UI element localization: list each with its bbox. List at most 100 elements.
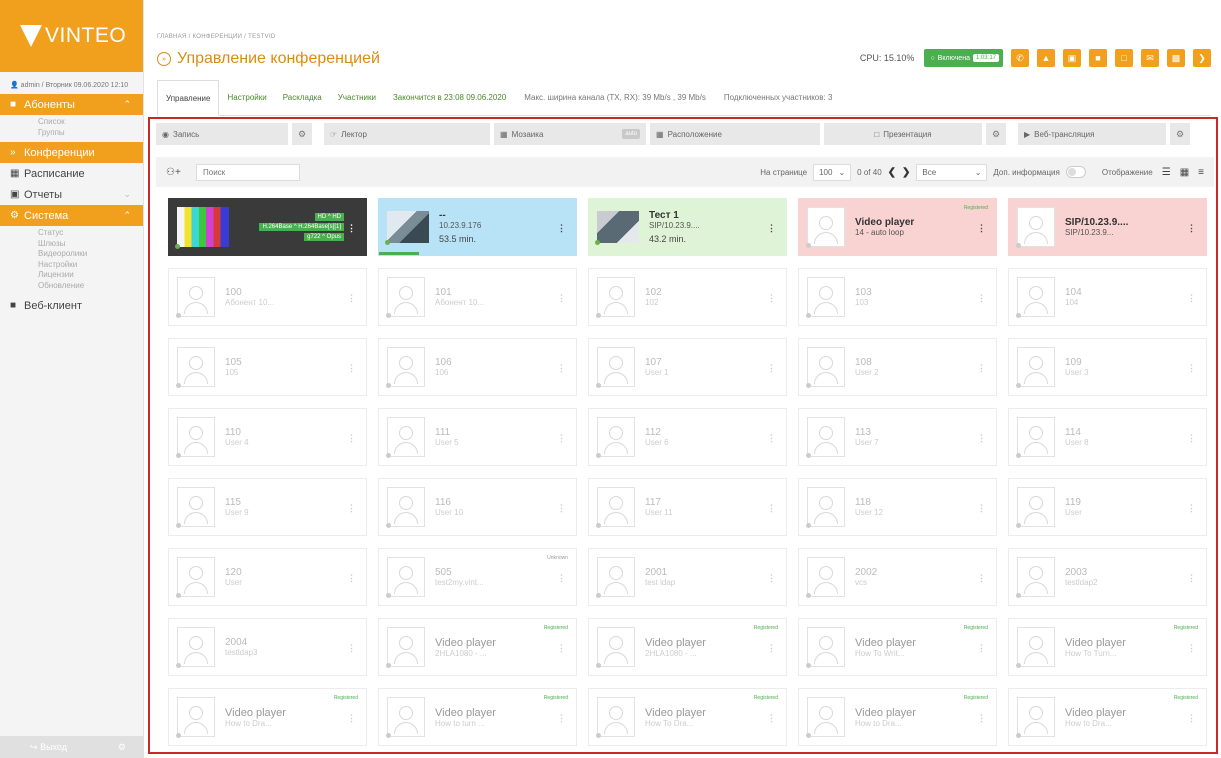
more-options-icon[interactable]: ⋮ [767, 713, 776, 724]
end-time-info[interactable]: Закончится в 23:08 09.06.2020 [384, 93, 515, 102]
participant-card[interactable]: 109 User 3 ⋮ [1008, 338, 1207, 396]
nav-schedule[interactable]: ▦ Расписание [0, 163, 143, 184]
nav-gateways[interactable]: Шлюзы [0, 239, 143, 250]
more-options-icon[interactable]: ⋮ [977, 293, 986, 304]
participant-card[interactable]: 108 User 2 ⋮ [798, 338, 997, 396]
lecturer-button[interactable]: ☞ Лектор [324, 123, 490, 145]
tab-layout[interactable]: Раскладка [275, 80, 330, 116]
video-preview[interactable] [595, 211, 639, 245]
more-options-icon[interactable]: ⋮ [1187, 363, 1196, 374]
participant-card[interactable]: 101 Абонент 10... ⋮ [378, 268, 577, 326]
participant-card[interactable]: 115 User 9 ⋮ [168, 478, 367, 536]
participant-card[interactable]: 107 User 1 ⋮ [588, 338, 787, 396]
participant-card[interactable]: 2002 vcs ⋮ [798, 548, 997, 606]
conference-status-button[interactable]: ○ Включена 1:03:17 [924, 49, 1003, 67]
more-options-icon[interactable]: ⋮ [1187, 293, 1196, 304]
more-options-icon[interactable]: ⋮ [767, 643, 776, 654]
filter-select[interactable]: Все ⌄ [916, 163, 988, 181]
nav-reports[interactable]: ▣ Отчеты ⌄ [0, 184, 143, 205]
video-icon[interactable]: ■ [1089, 49, 1107, 67]
more-options-icon[interactable]: ⋮ [557, 503, 566, 514]
tab-participants[interactable]: Участники [330, 80, 384, 116]
participant-card[interactable]: 114 User 8 ⋮ [1008, 408, 1207, 466]
mosaic-button[interactable]: ▦ Мозаика auto [494, 123, 646, 145]
more-options-icon[interactable]: ⋮ [767, 223, 776, 234]
participant-card[interactable]: 118 User 12 ⋮ [798, 478, 997, 536]
participant-card[interactable]: 2001 test ldap ⋮ [588, 548, 787, 606]
tab-control[interactable]: Управление [157, 80, 220, 116]
more-options-icon[interactable]: ⋮ [977, 223, 986, 234]
participant-card[interactable]: Video player 14 - auto loop Registered ⋮ [798, 198, 997, 256]
participant-card[interactable]: Video player How to Dra... Registered ⋮ [168, 688, 367, 746]
tab-settings[interactable]: Настройки [219, 80, 274, 116]
more-options-icon[interactable]: ⋮ [767, 503, 776, 514]
more-options-icon[interactable]: ⋮ [977, 363, 986, 374]
grid-view-icon[interactable]: ▦ [1180, 167, 1189, 178]
more-options-icon[interactable]: ⋮ [347, 503, 356, 514]
participant-card[interactable]: Video player How To Dra... Registered ⋮ [588, 688, 787, 746]
participant-card[interactable]: 2003 testldap2 ⋮ [1008, 548, 1207, 606]
nav-settings[interactable]: Настройки [0, 260, 143, 271]
more-options-icon[interactable]: ⋮ [347, 573, 356, 584]
monitor-icon[interactable]: □ [1115, 49, 1133, 67]
compact-view-icon[interactable]: ≡ [1198, 167, 1204, 178]
participant-card[interactable]: Тест 1 SIP/10.23.9.... 43.2 min. ⋮ [588, 198, 787, 256]
nav-webclient[interactable]: ■ Веб-клиент [0, 295, 143, 316]
participant-card[interactable]: 116 User 10 ⋮ [378, 478, 577, 536]
participant-card[interactable]: 2004 testldap3 ⋮ [168, 618, 367, 676]
more-options-icon[interactable]: ⋮ [557, 223, 566, 234]
breadcrumb[interactable]: ГЛАВНАЯ / КОНФЕРЕНЦИИ / TESTVID [157, 34, 276, 40]
nav-status[interactable]: Статус [0, 228, 143, 239]
participant-card[interactable]: 110 User 4 ⋮ [168, 408, 367, 466]
video-preview[interactable] [175, 207, 229, 249]
participant-card[interactable]: 111 User 5 ⋮ [378, 408, 577, 466]
nav-videos[interactable]: Видеоролики [0, 249, 143, 260]
nav-licenses[interactable]: Лицензии [0, 270, 143, 281]
participant-card[interactable]: 100 Абонент 10... ⋮ [168, 268, 367, 326]
participant-card[interactable]: Video player 2HLA1080 - ... Registered ⋮ [378, 618, 577, 676]
video-preview[interactable] [385, 211, 429, 245]
phone-icon[interactable]: ✆ [1011, 49, 1029, 67]
presentation-button[interactable]: □ Презентация [824, 123, 982, 145]
placement-button[interactable]: ▦ Расположение [650, 123, 820, 145]
per-page-select[interactable]: 100 ⌄ [813, 163, 852, 181]
more-options-icon[interactable]: ⋮ [767, 433, 776, 444]
more-options-icon[interactable]: ⋮ [557, 573, 566, 584]
participant-card[interactable]: -- 10.23.9.176 53.5 min. ⋮ [378, 198, 577, 256]
more-options-icon[interactable]: ⋮ [767, 363, 776, 374]
participant-card[interactable]: 119 User ⋮ [1008, 478, 1207, 536]
logo[interactable]: VINTEO [0, 0, 143, 72]
chat-icon[interactable]: ▩ [1167, 49, 1185, 67]
participant-card[interactable]: SIP/10.23.9.... SIP/10.23.9... ⋮ [1008, 198, 1207, 256]
share-icon[interactable]: ❯ [1193, 49, 1211, 67]
nav-subscribers[interactable]: ■ Абоненты ⌃ [0, 94, 143, 115]
more-options-icon[interactable]: ⋮ [1187, 503, 1196, 514]
more-options-icon[interactable]: ⋮ [1187, 713, 1196, 724]
participant-card[interactable]: 505 test2my.vint... Unknown ⋮ [378, 548, 577, 606]
more-options-icon[interactable]: ⋮ [557, 293, 566, 304]
auto-chip[interactable]: auto [622, 129, 640, 139]
gear-icon[interactable]: ⚙ [118, 742, 126, 753]
more-options-icon[interactable]: ⋮ [347, 713, 356, 724]
more-options-icon[interactable]: ⋮ [1187, 643, 1196, 654]
participant-card[interactable]: Video player 2HLA1080 - ... Registered ⋮ [588, 618, 787, 676]
participant-card[interactable]: 104 104 ⋮ [1008, 268, 1207, 326]
record-button[interactable]: ◉ Запись [156, 123, 288, 145]
participant-card[interactable]: 102 102 ⋮ [588, 268, 787, 326]
more-options-icon[interactable]: ⋮ [977, 433, 986, 444]
prev-page-icon[interactable]: ❮ [888, 167, 896, 178]
more-options-icon[interactable]: ⋮ [347, 433, 356, 444]
more-options-icon[interactable]: ⋮ [347, 363, 356, 374]
participant-card[interactable]: Video player How to turn ... Registered ⋮ [378, 688, 577, 746]
more-options-icon[interactable]: ⋮ [977, 573, 986, 584]
more-options-icon[interactable]: ⋮ [1187, 223, 1196, 234]
webcast-button[interactable]: ▶ Веб-трансляция [1018, 123, 1166, 145]
participant-card[interactable]: 113 User 7 ⋮ [798, 408, 997, 466]
nav-update[interactable]: Обновление [0, 281, 143, 292]
record-settings-gear-icon[interactable]: ⚙ [292, 123, 312, 145]
more-options-icon[interactable]: ⋮ [347, 223, 356, 234]
more-options-icon[interactable]: ⋮ [977, 503, 986, 514]
more-options-icon[interactable]: ⋮ [557, 643, 566, 654]
participant-card[interactable]: 103 103 ⋮ [798, 268, 997, 326]
nav-groups[interactable]: Группы [0, 128, 143, 139]
